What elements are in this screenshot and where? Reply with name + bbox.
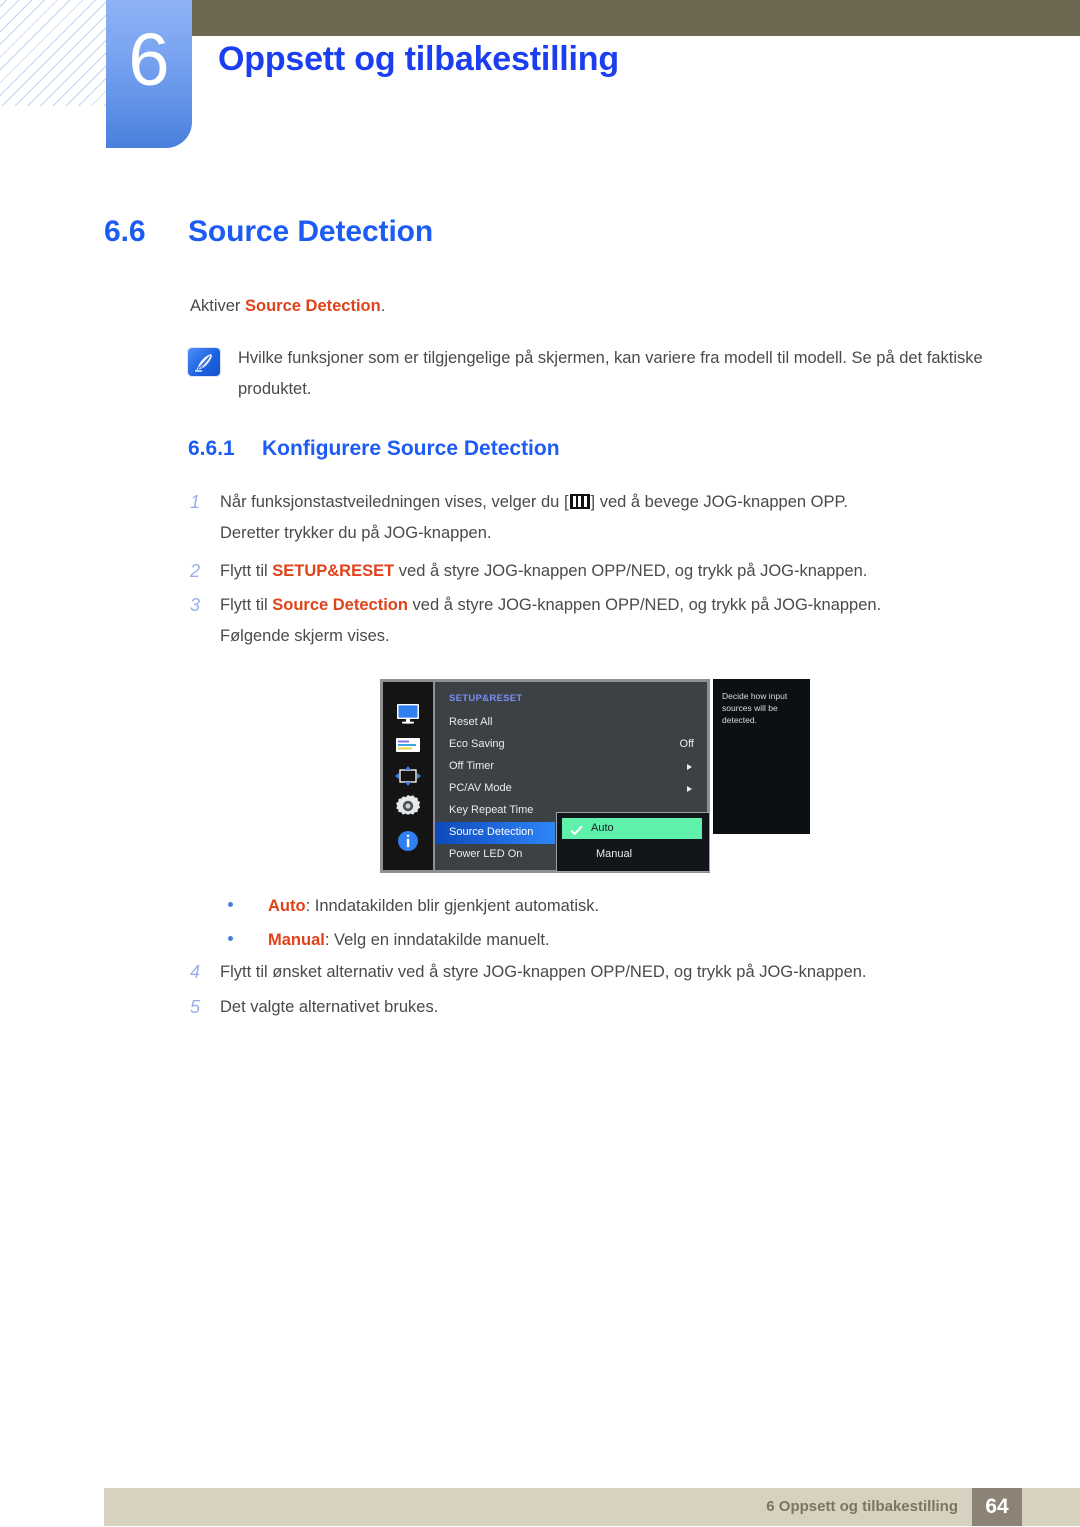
- osd-option-label: Auto: [591, 822, 614, 834]
- picture-settings-icon: [394, 734, 422, 758]
- bullet-dot: [228, 902, 233, 907]
- information-icon: [394, 829, 422, 853]
- osd-row-label: Key Repeat Time: [449, 804, 534, 816]
- osd-row-label: Off Timer: [449, 760, 495, 772]
- osd-submenu-source-detection: Auto Manual: [556, 812, 710, 872]
- bullet-text: Auto: Inndatakilden blir gjenkjent autom…: [268, 891, 599, 922]
- note-quill-icon: [188, 348, 220, 376]
- check-icon: [570, 823, 583, 836]
- step-text-line2: Deretter trykker du på JOG-knappen.: [220, 524, 492, 542]
- bullet-term: Manual: [268, 931, 325, 949]
- header-olive-bar: [192, 0, 1080, 36]
- osd-option-auto[interactable]: Auto: [562, 818, 702, 839]
- step-text: Flytt til Source Detection ved å styre J…: [220, 590, 980, 652]
- osd-row-eco-saving[interactable]: Eco Saving Off: [435, 734, 707, 756]
- page-number-box: 64: [972, 1488, 1022, 1526]
- step-text: Flytt til ønsket alternativ ved å styre …: [220, 963, 867, 981]
- osd-row-value: Off: [679, 738, 694, 750]
- setup-gear-icon: [394, 794, 422, 818]
- osd-menu-screenshot: SETUP&RESET Reset All Eco Saving Off Off…: [380, 679, 810, 873]
- step-text-part1: Flytt til: [220, 596, 273, 614]
- screen-adjust-icon: [394, 765, 422, 789]
- monitor-icon: [394, 702, 422, 726]
- osd-row-label: PC/AV Mode: [449, 782, 512, 794]
- osd-row-pc-av-mode[interactable]: PC/AV Mode: [435, 778, 707, 800]
- step-text-part1: Flytt til: [220, 562, 273, 580]
- section-heading: 6.6 Source Detection: [104, 215, 433, 249]
- lead-prefix: Aktiver: [190, 297, 246, 315]
- chevron-right-icon: [687, 764, 692, 770]
- step-number: 5: [190, 997, 201, 1017]
- osd-row-label: Source Detection: [449, 826, 534, 838]
- bullet-term: Auto: [268, 897, 306, 915]
- step-text-part1: Når funksjonstastveiledningen vises, vel…: [220, 493, 569, 511]
- step-term: SETUP&RESET: [272, 562, 395, 580]
- osd-row-label: Eco Saving: [449, 738, 505, 750]
- note-text: Hvilke funksjoner som er tilgjengelige p…: [238, 349, 983, 398]
- subsection-number: 6.6.1: [188, 437, 235, 460]
- osd-row-label: Reset All: [449, 716, 493, 728]
- step-number: 4: [190, 962, 201, 982]
- step-text: Flytt til SETUP&RESET ved å styre JOG-kn…: [220, 556, 980, 587]
- step-text-part2: ] ved å bevege JOG-knappen OPP.: [590, 493, 848, 511]
- menu-icon: [569, 494, 590, 509]
- step-number: 2: [190, 561, 201, 581]
- subsection-heading: 6.6.1 Konfigurere Source Detection: [188, 437, 560, 461]
- osd-tooltip-text: Decide how input sources will be detecte…: [722, 691, 788, 725]
- osd-row-label: Power LED On: [449, 848, 523, 860]
- osd-row-reset-all[interactable]: Reset All: [435, 712, 707, 734]
- step-text-part2: ved å styre JOG-knappen OPP/NED, og tryk…: [407, 596, 882, 614]
- chapter-title: Oppsett og tilbakestilling: [218, 40, 619, 78]
- subsection-title: Konfigurere Source Detection: [262, 437, 560, 460]
- page-number: 64: [985, 1495, 1009, 1518]
- bullet-desc: : Inndatakilden blir gjenkjent automatis…: [305, 897, 600, 915]
- chevron-right-icon: [687, 786, 692, 792]
- step-text-line2: Følgende skjerm vises.: [220, 627, 390, 645]
- osd-icon-sidebar: [383, 682, 433, 870]
- step-number: 1: [190, 492, 201, 512]
- footer-chapter-label: 6 Oppsett og tilbakestilling: [766, 1498, 958, 1515]
- section-lead-text: Aktiver Source Detection.: [190, 297, 385, 316]
- page-footer: 6 Oppsett og tilbakestilling 64: [104, 1488, 1080, 1526]
- step-text: Når funksjonstastveiledningen vises, vel…: [220, 487, 980, 549]
- lead-suffix: .: [380, 297, 386, 315]
- chapter-number-badge: 6: [106, 0, 192, 148]
- lead-term: Source Detection: [245, 297, 381, 315]
- step-text: Det valgte alternativet brukes.: [220, 998, 439, 1016]
- bullet-dot: [228, 936, 233, 941]
- section-title: Source Detection: [188, 215, 434, 248]
- step-number: 3: [190, 595, 201, 615]
- bullet-desc: : Velg en inndatakilde manuelt.: [324, 931, 550, 949]
- decorative-hatch-pattern: [0, 0, 106, 106]
- osd-tooltip-pane: Decide how input sources will be detecte…: [713, 679, 810, 834]
- step-term: Source Detection: [272, 596, 408, 614]
- osd-menu-title: SETUP&RESET: [449, 693, 523, 704]
- osd-option-label: Manual: [596, 848, 633, 860]
- bullet-text: Manual: Velg en inndatakilde manuelt.: [268, 925, 550, 956]
- osd-row-source-detection[interactable]: Source Detection: [435, 822, 555, 844]
- step-text-part2: ved å styre JOG-knappen OPP/NED, og tryk…: [394, 562, 868, 580]
- section-number: 6.6: [104, 215, 146, 248]
- osd-row-off-timer[interactable]: Off Timer: [435, 756, 707, 778]
- osd-option-manual[interactable]: Manual: [562, 844, 712, 865]
